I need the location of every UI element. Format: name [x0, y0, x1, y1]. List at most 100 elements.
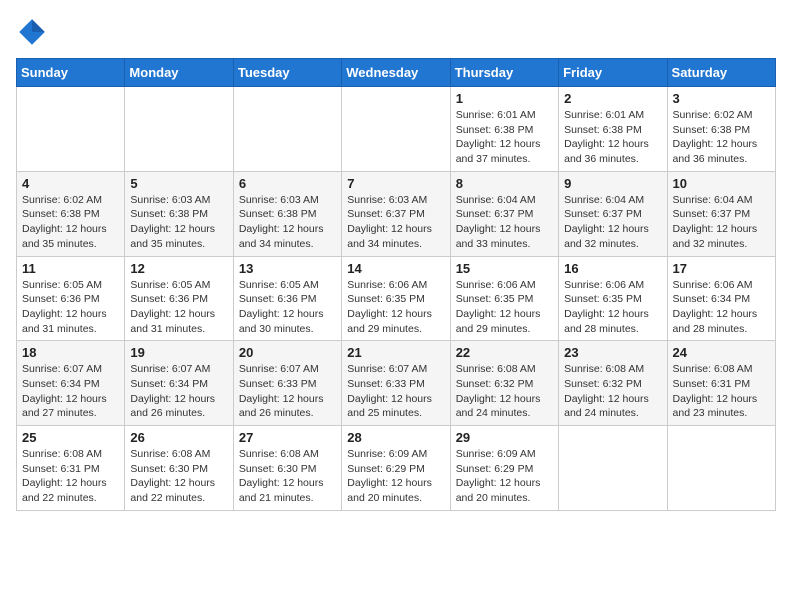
calendar-day-cell: 1 Sunrise: 6:01 AM Sunset: 6:38 PM Daylig… — [450, 87, 558, 172]
day-number: 8 — [456, 176, 553, 191]
calendar-day-cell: 16 Sunrise: 6:06 AM Sunset: 6:35 PM Dayli… — [559, 256, 667, 341]
day-info: Sunrise: 6:04 AM Sunset: 6:37 PM Dayligh… — [564, 193, 661, 252]
calendar-day-cell: 4 Sunrise: 6:02 AM Sunset: 6:38 PM Daylig… — [17, 171, 125, 256]
weekday-header: Wednesday — [342, 59, 450, 87]
day-info: Sunrise: 6:01 AM Sunset: 6:38 PM Dayligh… — [564, 108, 661, 167]
day-info: Sunrise: 6:08 AM Sunset: 6:32 PM Dayligh… — [564, 362, 661, 421]
calendar-day-cell: 29 Sunrise: 6:09 AM Sunset: 6:29 PM Dayli… — [450, 426, 558, 511]
calendar-day-cell: 18 Sunrise: 6:07 AM Sunset: 6:34 PM Dayli… — [17, 341, 125, 426]
day-number: 7 — [347, 176, 444, 191]
day-number: 1 — [456, 91, 553, 106]
calendar-day-cell — [233, 87, 341, 172]
day-number: 21 — [347, 345, 444, 360]
day-number: 14 — [347, 261, 444, 276]
day-number: 16 — [564, 261, 661, 276]
calendar-day-cell: 20 Sunrise: 6:07 AM Sunset: 6:33 PM Dayli… — [233, 341, 341, 426]
calendar-day-cell: 19 Sunrise: 6:07 AM Sunset: 6:34 PM Dayli… — [125, 341, 233, 426]
weekday-header: Monday — [125, 59, 233, 87]
calendar-day-cell: 17 Sunrise: 6:06 AM Sunset: 6:34 PM Dayli… — [667, 256, 775, 341]
day-info: Sunrise: 6:06 AM Sunset: 6:35 PM Dayligh… — [564, 278, 661, 337]
day-info: Sunrise: 6:03 AM Sunset: 6:38 PM Dayligh… — [130, 193, 227, 252]
day-info: Sunrise: 6:08 AM Sunset: 6:31 PM Dayligh… — [673, 362, 770, 421]
day-info: Sunrise: 6:07 AM Sunset: 6:33 PM Dayligh… — [239, 362, 336, 421]
day-info: Sunrise: 6:03 AM Sunset: 6:37 PM Dayligh… — [347, 193, 444, 252]
weekday-header: Friday — [559, 59, 667, 87]
calendar-day-cell — [125, 87, 233, 172]
day-number: 25 — [22, 430, 119, 445]
calendar-week-row: 11 Sunrise: 6:05 AM Sunset: 6:36 PM Dayli… — [17, 256, 776, 341]
day-number: 17 — [673, 261, 770, 276]
day-number: 4 — [22, 176, 119, 191]
day-info: Sunrise: 6:08 AM Sunset: 6:30 PM Dayligh… — [239, 447, 336, 506]
day-info: Sunrise: 6:08 AM Sunset: 6:32 PM Dayligh… — [456, 362, 553, 421]
day-number: 3 — [673, 91, 770, 106]
day-info: Sunrise: 6:03 AM Sunset: 6:38 PM Dayligh… — [239, 193, 336, 252]
calendar-day-cell — [17, 87, 125, 172]
weekday-header: Tuesday — [233, 59, 341, 87]
day-number: 11 — [22, 261, 119, 276]
calendar-day-cell: 26 Sunrise: 6:08 AM Sunset: 6:30 PM Dayli… — [125, 426, 233, 511]
day-info: Sunrise: 6:02 AM Sunset: 6:38 PM Dayligh… — [673, 108, 770, 167]
calendar-day-cell: 9 Sunrise: 6:04 AM Sunset: 6:37 PM Daylig… — [559, 171, 667, 256]
calendar-day-cell: 3 Sunrise: 6:02 AM Sunset: 6:38 PM Daylig… — [667, 87, 775, 172]
day-number: 2 — [564, 91, 661, 106]
calendar-day-cell: 7 Sunrise: 6:03 AM Sunset: 6:37 PM Daylig… — [342, 171, 450, 256]
day-info: Sunrise: 6:07 AM Sunset: 6:33 PM Dayligh… — [347, 362, 444, 421]
day-number: 28 — [347, 430, 444, 445]
calendar-header-row: SundayMondayTuesdayWednesdayThursdayFrid… — [17, 59, 776, 87]
calendar-day-cell: 27 Sunrise: 6:08 AM Sunset: 6:30 PM Dayli… — [233, 426, 341, 511]
day-info: Sunrise: 6:06 AM Sunset: 6:34 PM Dayligh… — [673, 278, 770, 337]
calendar-day-cell — [667, 426, 775, 511]
calendar-week-row: 18 Sunrise: 6:07 AM Sunset: 6:34 PM Dayli… — [17, 341, 776, 426]
logo-icon — [16, 16, 48, 48]
day-info: Sunrise: 6:05 AM Sunset: 6:36 PM Dayligh… — [22, 278, 119, 337]
day-info: Sunrise: 6:09 AM Sunset: 6:29 PM Dayligh… — [347, 447, 444, 506]
day-number: 5 — [130, 176, 227, 191]
day-number: 13 — [239, 261, 336, 276]
day-info: Sunrise: 6:05 AM Sunset: 6:36 PM Dayligh… — [239, 278, 336, 337]
weekday-header: Sunday — [17, 59, 125, 87]
day-info: Sunrise: 6:08 AM Sunset: 6:30 PM Dayligh… — [130, 447, 227, 506]
calendar-day-cell: 2 Sunrise: 6:01 AM Sunset: 6:38 PM Daylig… — [559, 87, 667, 172]
calendar-day-cell: 12Sunrise: 6:05 AM Sunset: 6:36 PM Dayli… — [125, 256, 233, 341]
day-info: Sunrise: 6:06 AM Sunset: 6:35 PM Dayligh… — [456, 278, 553, 337]
day-number: 15 — [456, 261, 553, 276]
page-header — [16, 16, 776, 48]
calendar-day-cell: 21 Sunrise: 6:07 AM Sunset: 6:33 PM Dayli… — [342, 341, 450, 426]
day-number: 23 — [564, 345, 661, 360]
calendar-day-cell: 6Sunrise: 6:03 AM Sunset: 6:38 PM Daylig… — [233, 171, 341, 256]
day-number: 10 — [673, 176, 770, 191]
day-info: Sunrise: 6:06 AM Sunset: 6:35 PM Dayligh… — [347, 278, 444, 337]
calendar-day-cell: 8Sunrise: 6:04 AM Sunset: 6:37 PM Daylig… — [450, 171, 558, 256]
calendar-day-cell — [559, 426, 667, 511]
day-number: 9 — [564, 176, 661, 191]
day-info: Sunrise: 6:08 AM Sunset: 6:31 PM Dayligh… — [22, 447, 119, 506]
calendar-day-cell: 25 Sunrise: 6:08 AM Sunset: 6:31 PM Dayli… — [17, 426, 125, 511]
calendar-day-cell: 22 Sunrise: 6:08 AM Sunset: 6:32 PM Dayli… — [450, 341, 558, 426]
day-number: 18 — [22, 345, 119, 360]
calendar-day-cell: 10 Sunrise: 6:04 AM Sunset: 6:37 PM Dayli… — [667, 171, 775, 256]
day-info: Sunrise: 6:09 AM Sunset: 6:29 PM Dayligh… — [456, 447, 553, 506]
calendar-week-row: 1 Sunrise: 6:01 AM Sunset: 6:38 PM Daylig… — [17, 87, 776, 172]
calendar-day-cell: 11 Sunrise: 6:05 AM Sunset: 6:36 PM Dayli… — [17, 256, 125, 341]
day-info: Sunrise: 6:07 AM Sunset: 6:34 PM Dayligh… — [22, 362, 119, 421]
day-number: 22 — [456, 345, 553, 360]
day-number: 19 — [130, 345, 227, 360]
calendar-day-cell — [342, 87, 450, 172]
day-info: Sunrise: 6:04 AM Sunset: 6:37 PM Dayligh… — [673, 193, 770, 252]
calendar-week-row: 25 Sunrise: 6:08 AM Sunset: 6:31 PM Dayli… — [17, 426, 776, 511]
calendar-day-cell: 15 Sunrise: 6:06 AM Sunset: 6:35 PM Dayli… — [450, 256, 558, 341]
calendar-day-cell: 23 Sunrise: 6:08 AM Sunset: 6:32 PM Dayli… — [559, 341, 667, 426]
day-number: 29 — [456, 430, 553, 445]
calendar-day-cell: 13 Sunrise: 6:05 AM Sunset: 6:36 PM Dayli… — [233, 256, 341, 341]
day-info: Sunrise: 6:02 AM Sunset: 6:38 PM Dayligh… — [22, 193, 119, 252]
weekday-header: Saturday — [667, 59, 775, 87]
calendar-day-cell: 24Sunrise: 6:08 AM Sunset: 6:31 PM Dayli… — [667, 341, 775, 426]
day-info: Sunrise: 6:05 AM Sunset: 6:36 PM Dayligh… — [130, 278, 227, 337]
day-info: Sunrise: 6:07 AM Sunset: 6:34 PM Dayligh… — [130, 362, 227, 421]
day-info: Sunrise: 6:01 AM Sunset: 6:38 PM Dayligh… — [456, 108, 553, 167]
calendar-day-cell: 28 Sunrise: 6:09 AM Sunset: 6:29 PM Dayli… — [342, 426, 450, 511]
day-number: 27 — [239, 430, 336, 445]
day-number: 20 — [239, 345, 336, 360]
day-number: 26 — [130, 430, 227, 445]
